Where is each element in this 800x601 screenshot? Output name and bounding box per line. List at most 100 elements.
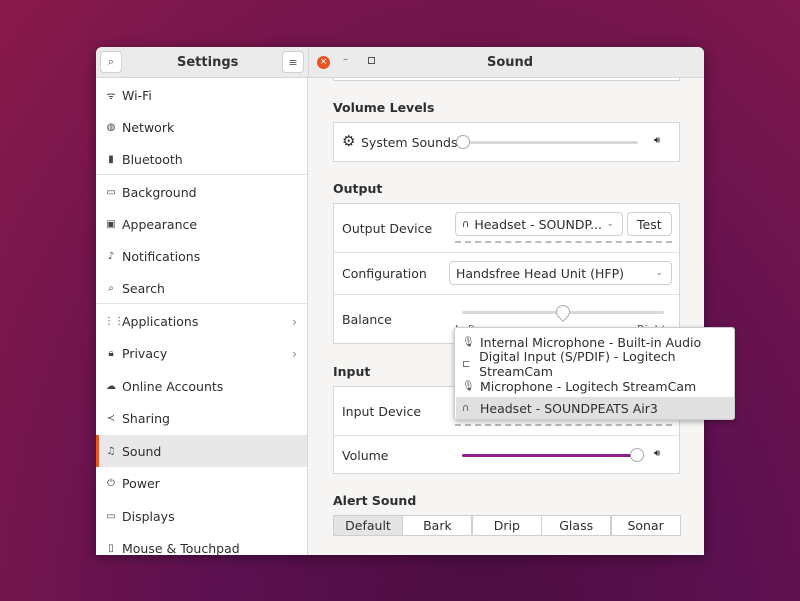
system-sounds-label: System Sounds [361,135,458,150]
lock-icon: 🔒︎ [108,347,114,359]
output-device-combo[interactable]: ∩ Headset - SOUNDP... ⌄ [455,212,623,236]
output-device-row: Output Device ∩ Headset - SOUNDP... ⌄ Test [334,204,679,253]
sidebar-item-network[interactable]: ◍ Network [96,111,307,143]
bluetooth-icon: ▮ [108,153,114,165]
input-volume-slider[interactable] [462,454,638,457]
sidebar-item-label: Background [122,184,197,200]
maximize-button[interactable] [368,57,375,64]
level-meter [455,241,672,243]
header-bar: ⌕ Settings ≡ × – Sound [96,47,704,78]
sidebar-item-displays[interactable]: ▭ Displays [96,500,307,532]
sidebar-item-wi-fi[interactable]: ᯤ Wi-Fi [96,79,307,111]
option-label: Internal Microphone - Built-in Audio [480,334,702,350]
chevron-down-icon: ⌄ [655,268,663,278]
sidebar-item-label: Network [122,119,175,135]
system-sounds-slider[interactable] [462,141,638,144]
search-button[interactable]: ⌕ [100,51,122,73]
sidebar-item-label: Applications [122,313,199,329]
settings-window: ⌕ Settings ≡ × – Sound ᯤ Wi-Fi ◍ Network ▮ Bl… [96,47,704,555]
sidebar-item-sound[interactable]: ♫ Sound [96,435,307,467]
microphone-icon: 🎙︎ [462,380,475,392]
test-button[interactable]: Test [627,212,672,236]
chevron-down-icon: ⌄ [606,219,614,229]
wifi-icon: ᯤ [106,91,116,102]
search-icon: ⌕ [107,55,115,68]
mouse-icon: ▯ [108,542,114,554]
camera-icon: ⊏ [462,358,471,370]
chevron-right-icon: › [292,313,297,329]
applications-icon: ⋮⋮ [104,315,124,327]
display-icon: ▭ [106,510,116,522]
close-icon: × [319,57,328,67]
alert-default-button[interactable]: Default [333,515,403,536]
alert-bark-button[interactable]: Bark [402,515,473,536]
page-title: Sound [487,55,534,70]
sidebar-item-mouse-touchpad[interactable]: ▯ Mouse & Touchpad [96,532,307,556]
input-device-option[interactable]: ⊏ Digital Input (S/PDIF) - Logitech Strea… [456,349,734,379]
sidebar-item-appearance[interactable]: ▣ Appearance [96,208,307,240]
sidebar-item-power[interactable]: ⏻ Power [96,467,307,499]
close-button[interactable]: × [317,56,330,69]
input-volume-row: Volume 🔊︎ [334,436,679,474]
headset-icon: ∩ [462,402,470,414]
search-icon: ⌕ [108,282,114,294]
option-label: Microphone - Logitech StreamCam [480,378,697,394]
sidebar-item-label: Bluetooth [122,151,183,167]
level-meter [455,424,672,426]
output-frame: Output Device ∩ Headset - SOUNDP... ⌄ Test… [333,203,680,344]
configuration-label: Configuration [342,266,427,281]
appearance-icon: ▣ [106,218,116,230]
output-device-label: Output Device [342,221,433,236]
input-volume-knob[interactable] [630,448,644,462]
sidebar-item-applications[interactable]: ⋮⋮ Applications › [96,305,307,337]
speaker-icon: 🔊︎ [654,448,661,459]
sidebar-item-label: Wi-Fi [122,87,152,103]
sidebar-separator [96,303,307,304]
system-sounds-knob[interactable] [456,135,470,149]
input-device-option[interactable]: 🎙︎ Microphone - Logitech StreamCam [456,375,734,397]
power-icon: ⏻ [107,477,115,489]
sidebar-separator [96,174,307,175]
balance-knob[interactable] [553,302,573,322]
alert-drip-button[interactable]: Drip [471,515,542,536]
menu-button[interactable]: ≡ [282,51,304,73]
sidebar-item-search[interactable]: ⌕ Search [96,272,307,304]
configuration-combo[interactable]: Handsfree Head Unit (HFP) ⌄ [449,261,672,285]
cloud-icon: ☁ [106,380,116,392]
output-heading: Output [333,181,383,196]
sidebar-item-background[interactable]: ▭ Background [96,176,307,208]
hamburger-icon: ≡ [288,55,298,69]
sidebar-item-label: Online Accounts [122,378,224,394]
sidebar-item-label: Displays [122,508,175,524]
input-heading: Input [333,364,371,379]
sidebar-item-privacy[interactable]: 🔒︎ Privacy › [96,337,307,369]
minimize-button[interactable]: – [343,54,348,65]
input-device-option[interactable]: ∩ Headset - SOUNDPEATS Air3 [456,397,734,419]
sidebar-item-label: Sharing [122,410,170,426]
test-label: Test [637,216,662,232]
sidebar-item-label: Notifications [122,248,201,264]
alert-sound-buttons: Default Bark Drip Glass Sonar [333,515,681,536]
output-device-value: Headset - SOUNDP... [474,216,602,232]
balance-label: Balance [342,312,392,327]
music-note-icon: ♫ [106,445,116,457]
headset-icon: ∩ [462,218,470,230]
sidebar-item-bluetooth[interactable]: ▮ Bluetooth [96,143,307,175]
microphone-icon: 🎙︎ [462,336,475,348]
option-label: Headset - SOUNDPEATS Air3 [480,400,658,416]
gear-icon: ⚙ [342,132,356,150]
bell-icon: ♪ [107,250,115,262]
sidebar-item-online-accounts[interactable]: ☁ Online Accounts [96,370,307,402]
alert-sonar-button[interactable]: Sonar [610,515,681,536]
sidebar-item-label: Search [122,280,165,296]
sidebar: ᯤ Wi-Fi ◍ Network ▮ Bluetooth ▭ Background ▣ Appe… [96,78,308,555]
sidebar-item-notifications[interactable]: ♪ Notifications [96,240,307,272]
sidebar-item-label: Appearance [122,216,198,232]
sidebar-item-label: Sound [122,443,162,459]
input-device-popup: 🎙︎ Internal Microphone - Built-in Audio ⊏ D… [454,327,735,420]
sidebar-item-label: Power [122,475,160,491]
top-frame [333,78,680,81]
sidebar-item-sharing[interactable]: ≺ Sharing [96,402,307,434]
speaker-icon: 🔊︎ [654,135,661,146]
alert-glass-button[interactable]: Glass [541,515,612,536]
